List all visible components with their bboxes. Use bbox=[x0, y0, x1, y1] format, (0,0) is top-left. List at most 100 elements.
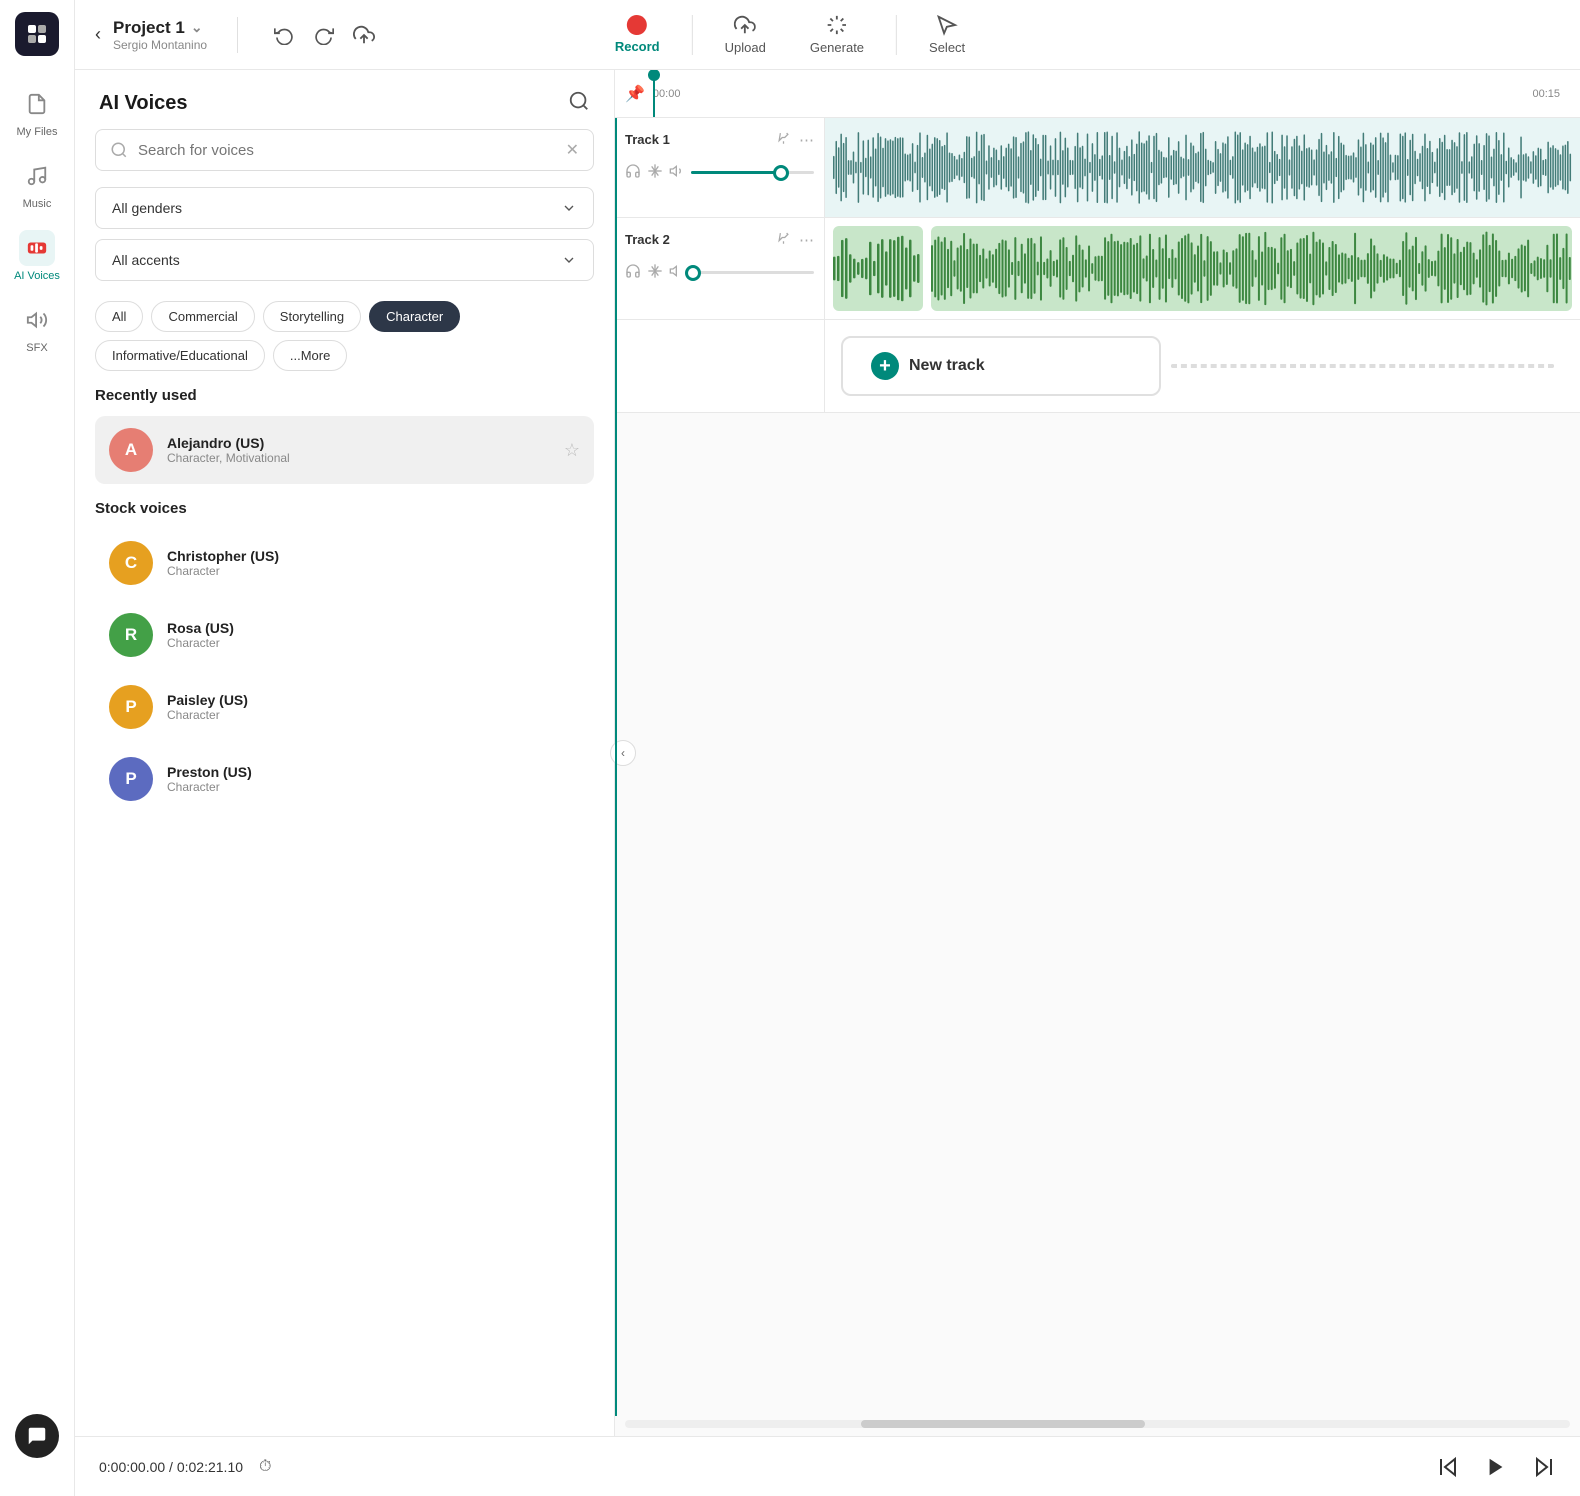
play-button[interactable] bbox=[1476, 1447, 1516, 1487]
new-track-left bbox=[615, 320, 825, 412]
horizontal-scrollbar[interactable] bbox=[625, 1420, 1570, 1428]
sidebar-item-my-files[interactable]: My Files bbox=[0, 76, 74, 148]
body-area: AI Voices ✕ All genders bbox=[75, 70, 1580, 1436]
track-1-footer bbox=[625, 163, 814, 182]
tag-all[interactable]: All bbox=[95, 301, 143, 332]
search-input-icon bbox=[110, 141, 128, 159]
track-row-2: Track 2 ⋯ bbox=[615, 218, 1580, 320]
voice-avatar: P bbox=[109, 685, 153, 729]
gender-dropdown[interactable]: All genders bbox=[95, 187, 594, 229]
panel-collapse-button[interactable]: ‹ bbox=[610, 740, 636, 766]
generate-button[interactable]: Generate bbox=[790, 8, 884, 61]
accent-dropdown-icon bbox=[561, 252, 577, 268]
topbar: ‹ Project 1 ⌄ Sergio Montanino bbox=[75, 0, 1580, 70]
time-display: 0:00:00.00 / 0:02:21.10 bbox=[99, 1459, 243, 1475]
track-1-freeze-icon[interactable] bbox=[647, 163, 663, 182]
voice-tags: Character, Motivational bbox=[167, 451, 550, 465]
search-input[interactable] bbox=[138, 142, 556, 159]
gender-dropdown-icon bbox=[561, 200, 577, 216]
stock-voice-item[interactable]: C Christopher (US) Character bbox=[95, 529, 594, 597]
plus-circle-icon: + bbox=[871, 352, 899, 380]
scrollbar-thumb[interactable] bbox=[861, 1420, 1145, 1428]
track-2-waveform-1-svg bbox=[833, 226, 923, 311]
track-1-volume-icon[interactable] bbox=[669, 163, 685, 182]
tag-informative-educational[interactable]: Informative/Educational bbox=[95, 340, 265, 371]
sidebar-label-my-files: My Files bbox=[17, 126, 58, 138]
divider-3 bbox=[896, 15, 897, 55]
upload-button[interactable]: Upload bbox=[705, 8, 786, 61]
track-1-waveform-svg bbox=[833, 126, 1572, 209]
new-track-button[interactable]: + New track bbox=[841, 336, 1161, 396]
voices-list: Recently used A Alejandro (US) Character… bbox=[75, 387, 614, 1436]
voice-name: Preston (US) bbox=[167, 764, 580, 780]
back-button[interactable]: ‹ bbox=[95, 24, 101, 45]
sidebar-item-music[interactable]: Music bbox=[0, 148, 74, 220]
select-button[interactable]: Select bbox=[909, 8, 985, 61]
accent-dropdown[interactable]: All accents bbox=[95, 239, 594, 281]
rewind-button[interactable] bbox=[1436, 1455, 1460, 1479]
search-bar[interactable]: ✕ bbox=[95, 129, 594, 171]
fast-forward-button[interactable] bbox=[1532, 1455, 1556, 1479]
main-content: ‹ Project 1 ⌄ Sergio Montanino bbox=[75, 0, 1580, 1496]
sidebar-item-sfx[interactable]: SFX bbox=[0, 292, 74, 364]
stock-voice-item[interactable]: P Preston (US) Character bbox=[95, 745, 594, 813]
project-dropdown-icon[interactable]: ⌄ bbox=[191, 19, 203, 36]
track-1-name: Track 1 bbox=[625, 132, 670, 147]
voice-name: Rosa (US) bbox=[167, 620, 580, 636]
voice-info: Paisley (US) Character bbox=[167, 692, 580, 722]
tag----more[interactable]: ...More bbox=[273, 340, 347, 371]
record-label: Record bbox=[615, 39, 660, 54]
recently-used-voice[interactable]: A Alejandro (US) Character, Motivational… bbox=[95, 416, 594, 484]
track-1-pin-icon[interactable] bbox=[776, 130, 791, 149]
new-track-label: New track bbox=[909, 357, 985, 375]
sidebar-label-music: Music bbox=[23, 198, 52, 210]
track-2-icons: ⋯ bbox=[776, 230, 814, 249]
project-author: Sergio Montanino bbox=[113, 38, 207, 52]
record-button[interactable]: Record bbox=[595, 9, 680, 60]
stock-voice-item[interactable]: R Rosa (US) Character bbox=[95, 601, 594, 669]
divider-2 bbox=[692, 15, 693, 55]
track-2-pin-icon[interactable] bbox=[776, 230, 791, 249]
tag-commercial[interactable]: Commercial bbox=[151, 301, 254, 332]
search-clear-button[interactable]: ✕ bbox=[566, 140, 579, 160]
sidebar-item-ai-voices[interactable]: AI Voices bbox=[0, 220, 74, 292]
undo-button[interactable] bbox=[268, 19, 300, 51]
voice-avatar: P bbox=[109, 757, 153, 801]
track-2-name: Track 2 bbox=[625, 232, 670, 247]
track-2-freeze-icon[interactable] bbox=[647, 263, 663, 282]
star-icon[interactable]: ☆ bbox=[564, 440, 580, 461]
clock-icon[interactable]: ⏱ bbox=[259, 1458, 271, 1476]
voice-tags: Character bbox=[167, 564, 580, 578]
time-marker-end: 00:15 bbox=[1532, 88, 1560, 100]
playback-controls bbox=[1436, 1447, 1556, 1487]
tags-container: All Commercial Storytelling Character Inform… bbox=[75, 293, 614, 387]
search-icon-button[interactable] bbox=[568, 90, 590, 117]
voice-avatar: R bbox=[109, 613, 153, 657]
chat-bubble-button[interactable] bbox=[15, 1414, 59, 1458]
redo-button[interactable] bbox=[308, 19, 340, 51]
track-2-more-icon[interactable]: ⋯ bbox=[799, 231, 814, 249]
save-cloud-button[interactable] bbox=[348, 19, 380, 51]
dashed-placeholder bbox=[1171, 364, 1554, 368]
voice-tags: Character bbox=[167, 780, 580, 794]
timeline-area: 📌 00:00 00:15 Track 1 bbox=[615, 70, 1580, 1436]
stock-voice-item[interactable]: P Paisley (US) Character bbox=[95, 673, 594, 741]
voice-info: Alejandro (US) Character, Motivational bbox=[167, 435, 550, 465]
app-logo bbox=[15, 12, 59, 56]
time-marker-start: 00:00 bbox=[653, 88, 681, 100]
tag-storytelling[interactable]: Storytelling bbox=[263, 301, 361, 332]
tracks-container: Track 1 ⋯ bbox=[615, 118, 1580, 1416]
track-1-more-icon[interactable]: ⋯ bbox=[799, 131, 814, 149]
topbar-actions bbox=[268, 19, 380, 51]
track-2-volume-icon[interactable] bbox=[669, 263, 685, 282]
voice-name: Paisley (US) bbox=[167, 692, 580, 708]
voice-info: Preston (US) Character bbox=[167, 764, 580, 794]
track-1-controls: Track 1 ⋯ bbox=[615, 118, 825, 217]
pin-icon[interactable]: 📌 bbox=[625, 84, 645, 104]
sidebar: My Files Music AI Voices bbox=[0, 0, 75, 1496]
track-1-headphone-icon[interactable] bbox=[625, 163, 641, 182]
tag-character[interactable]: Character bbox=[369, 301, 460, 332]
track-2-headphone-icon[interactable] bbox=[625, 263, 641, 282]
upload-label: Upload bbox=[725, 40, 766, 55]
track-1-icons: ⋯ bbox=[776, 130, 814, 149]
